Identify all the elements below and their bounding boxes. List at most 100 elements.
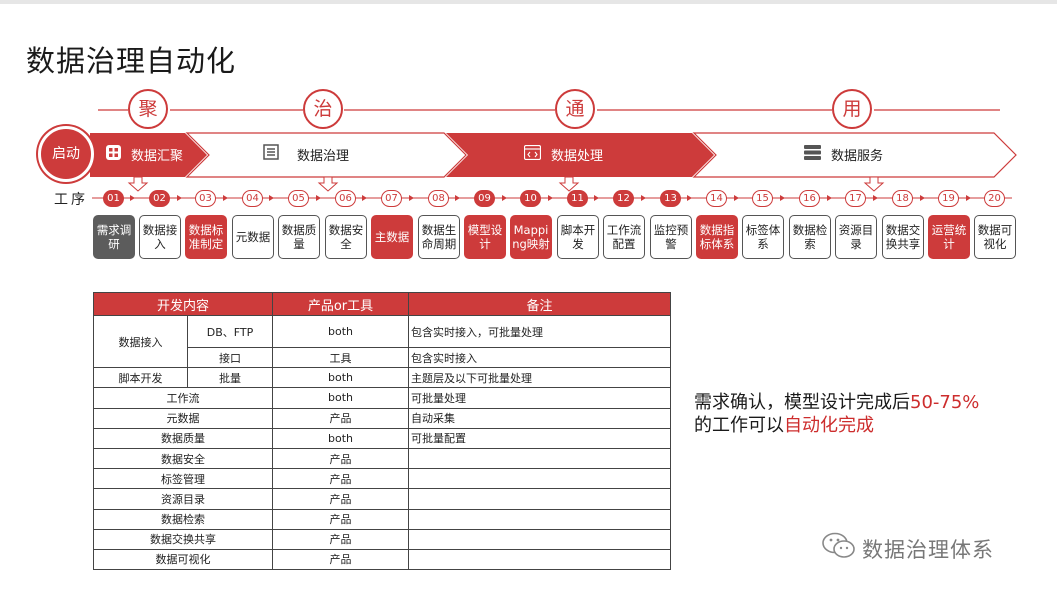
note-text-1: 需求确认，模型设计完成后	[694, 392, 910, 413]
step-box-08: 数据生命周期	[418, 215, 460, 259]
cell-note: 可批量配置	[408, 427, 671, 449]
phase-char-yong: 用	[832, 89, 872, 129]
start-node: 启动	[38, 126, 94, 182]
stage-process: 数据处理	[523, 131, 604, 177]
cell-note: 包含实时接入，可批量处理	[408, 315, 671, 348]
cell-item: 数据安全	[93, 447, 273, 470]
step-num-19: 19	[938, 190, 959, 207]
step-box-01: 需求调研	[93, 215, 135, 259]
table-row: 数据可视化 产品	[93, 548, 671, 571]
cell-note: 可批量处理	[408, 387, 671, 409]
server-icon	[804, 144, 821, 164]
down-arrow-3	[558, 176, 580, 192]
step-num-13: 13	[660, 190, 681, 207]
cell-tool: 产品	[272, 528, 409, 550]
cell-note	[408, 468, 671, 490]
step-box-18: 数据交换共享	[882, 215, 924, 259]
table-row: 数据交换共享 产品	[93, 528, 671, 550]
step-num-11: 11	[567, 190, 588, 207]
cell-note	[408, 447, 671, 470]
list-icon	[263, 144, 279, 164]
note-highlight-percent: 50-75%	[910, 392, 980, 413]
phase-char-zhi: 治	[303, 89, 343, 129]
table-row: 工作流 both 可批量处理	[93, 387, 671, 409]
phase-char-tong: 通	[555, 89, 595, 129]
cell-note	[408, 548, 671, 571]
step-box-06: 数据安全	[325, 215, 367, 259]
stage-collect: 数据汇聚	[106, 131, 183, 177]
step-num-04: 04	[242, 190, 263, 207]
step-num-14: 14	[706, 190, 727, 207]
cell-note: 主题层及以下可批量处理	[408, 367, 671, 389]
table-row: 数据质量 both 可批量配置	[93, 427, 671, 449]
step-num-17: 17	[845, 190, 866, 207]
stage-label-collect: 数据汇聚	[131, 148, 184, 164]
step-box-17: 资源目录	[835, 215, 877, 259]
dev-content-table: 开发内容 产品or工具 备注 数据接入 DB、FTP both 包含实时接入，可…	[93, 292, 671, 571]
step-box-05: 数据质量	[278, 215, 320, 259]
cell-note: 包含实时接入	[408, 346, 671, 369]
cell-sub: 接口	[187, 346, 273, 369]
cell-item: 资源目录	[93, 488, 273, 510]
automation-note: 需求确认，模型设计完成后50-75% 的工作可以自动化完成	[694, 391, 979, 437]
cell-tool: both	[272, 315, 409, 348]
table-row: 数据接入 DB、FTP both 包含实时接入，可批量处理	[93, 314, 671, 369]
process-label: 工序	[54, 192, 88, 208]
step-num-09: 09	[474, 190, 495, 207]
table-row: 数据安全 产品	[93, 447, 671, 470]
cell-tool: 产品	[272, 508, 409, 530]
cell-item: 数据交换共享	[93, 528, 273, 550]
step-box-12: 工作流配置	[603, 215, 645, 259]
cell-sub: DB、FTP	[187, 315, 273, 348]
cell-note	[408, 508, 671, 530]
note-line-2: 的工作可以自动化完成	[694, 414, 979, 437]
table-header-row: 开发内容 产品or工具 备注	[93, 292, 671, 316]
step-box-02: 数据接入	[139, 215, 181, 259]
wechat-icon	[822, 532, 856, 565]
stage-label-process: 数据处理	[551, 148, 604, 164]
cell-item: 数据质量	[93, 427, 273, 449]
note-highlight-auto: 自动化完成	[784, 415, 874, 436]
cell-item: 元数据	[93, 407, 273, 429]
note-text-2: 的工作可以	[694, 415, 784, 436]
step-box-07: 主数据	[371, 215, 413, 259]
step-box-04: 元数据	[232, 215, 274, 259]
cell-item: 数据检索	[93, 508, 273, 530]
watermark: 数据治理体系	[822, 532, 994, 565]
step-num-10: 10	[520, 190, 541, 207]
down-arrow-1	[127, 176, 149, 192]
code-window-icon	[523, 144, 542, 164]
step-num-03: 03	[195, 190, 216, 207]
cell-item: 数据可视化	[93, 548, 273, 571]
cell-note	[408, 528, 671, 550]
step-box-10: Mapping映射	[510, 215, 552, 259]
step-num-20: 20	[984, 190, 1005, 207]
stage-service: 数据服务	[804, 131, 883, 177]
cell-group: 脚本开发	[93, 367, 188, 389]
table-row: 资源目录 产品	[93, 488, 671, 510]
cell-tool: both	[272, 427, 409, 449]
header-content: 开发内容	[93, 292, 273, 316]
step-box-09: 模型设计	[464, 215, 506, 259]
cell-tool: both	[272, 367, 409, 389]
cell-tool: 产品	[272, 447, 409, 470]
watermark-text: 数据治理体系	[862, 537, 994, 562]
table-row: 脚本开发 批量 both 主题层及以下可批量处理	[93, 367, 671, 389]
stage-label-govern: 数据治理	[297, 148, 350, 164]
stage-govern: 数据治理	[263, 131, 349, 177]
cell-note	[408, 488, 671, 510]
cell-tool: 产品	[272, 548, 409, 571]
cell-sub: 批量	[187, 367, 273, 389]
grid-icon	[106, 144, 121, 164]
cell-item: 标签管理	[93, 468, 273, 490]
cell-tool: 产品	[272, 407, 409, 429]
step-num-05: 05	[288, 190, 309, 207]
step-box-15: 标签体系	[742, 215, 784, 259]
header-note: 备注	[408, 292, 671, 316]
down-arrow-4	[863, 176, 885, 192]
table-row: 数据检索 产品	[93, 508, 671, 530]
step-num-18: 18	[892, 190, 913, 207]
phase-char-ju: 聚	[128, 89, 168, 129]
step-num-02: 02	[149, 190, 170, 207]
step-num-12: 12	[613, 190, 634, 207]
